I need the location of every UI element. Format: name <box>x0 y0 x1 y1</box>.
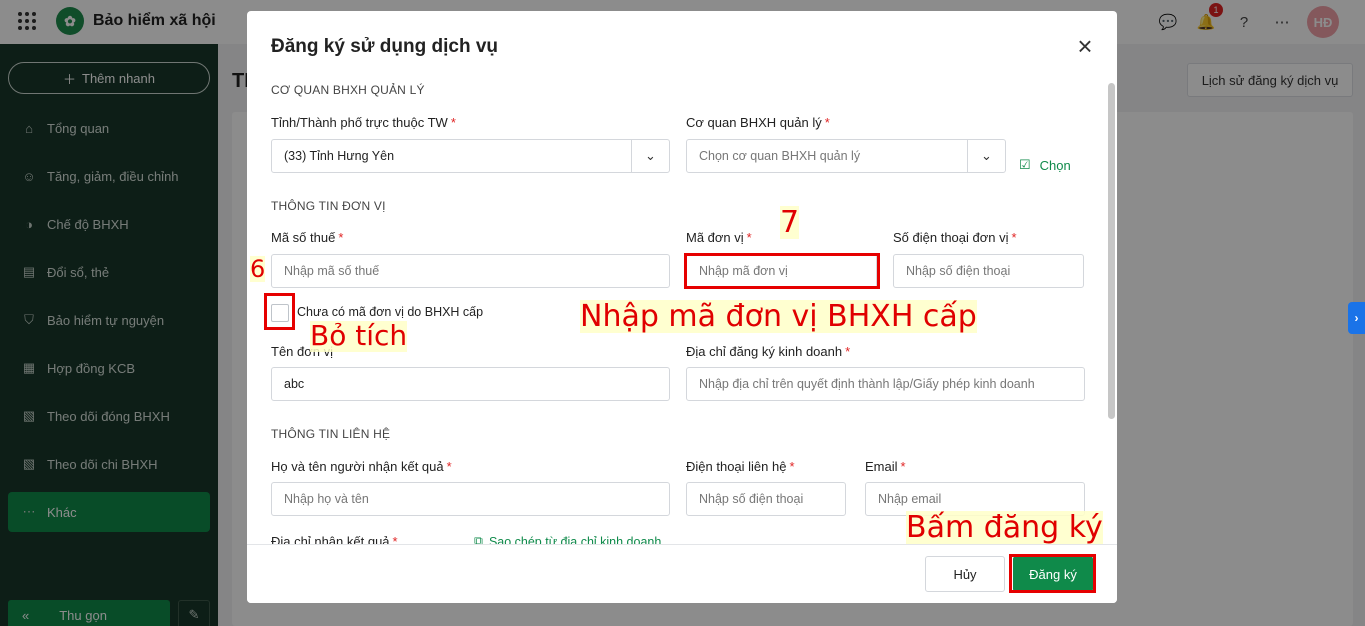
side-panel-toggle[interactable]: › <box>1348 302 1365 334</box>
modal-scrollbar[interactable] <box>1108 83 1115 419</box>
unit-phone-label: Số điện thoại đơn vị * <box>893 230 1017 245</box>
annotation-enter-code: Nhập mã đơn vị BHXH cấp <box>580 299 977 334</box>
modal-title: Đăng ký sử dụng dịch vụ <box>271 36 499 57</box>
chevron-down-icon: ⌄ <box>967 140 1005 172</box>
annotation-box-checkbox <box>264 293 295 330</box>
chevron-down-icon: ⌄ <box>631 140 669 172</box>
receiver-label: Họ và tên người nhận kết quả * <box>271 459 452 474</box>
annotation-box-unit-code <box>684 253 880 289</box>
unit-phone-input[interactable]: Nhập số điện thoại <box>893 254 1084 288</box>
business-address-input[interactable]: Nhập địa chỉ trên quyết định thành lập/G… <box>686 367 1085 401</box>
province-label: Tỉnh/Thành phố trực thuộc TW * <box>271 115 456 130</box>
section-unit: THÔNG TIN ĐƠN VỊ <box>271 199 386 213</box>
section-agency: CƠ QUAN BHXH QUẢN LÝ <box>271 83 425 97</box>
province-select[interactable]: (33) Tỉnh Hưng Yên ⌄ <box>271 139 670 173</box>
tax-input[interactable]: Nhập mã số thuế <box>271 254 670 288</box>
agency-label: Cơ quan BHXH quản lý * <box>686 115 830 130</box>
select-link-label: Chọn <box>1039 157 1071 173</box>
agency-placeholder: Chọn cơ quan BHXH quản lý <box>699 149 861 163</box>
agency-select[interactable]: Chọn cơ quan BHXH quản lý ⌄ <box>686 139 1006 173</box>
receiver-input[interactable]: Nhập họ và tên <box>271 482 670 516</box>
select-agency-link[interactable]: ☑ Chọn <box>1019 157 1071 173</box>
modal-footer: Hủy Đăng ký <box>247 544 1117 603</box>
unit-code-label: Mã đơn vị * <box>686 230 752 245</box>
annotation-box-register <box>1009 554 1096 593</box>
annotation-step-7: 7 <box>780 205 800 240</box>
cancel-button[interactable]: Hủy <box>925 556 1005 592</box>
province-value: (33) Tỉnh Hưng Yên <box>284 149 395 163</box>
close-icon[interactable]: × <box>1073 33 1097 59</box>
email-label: Email * <box>865 459 906 474</box>
annotation-press-register: Bấm đăng ký <box>906 510 1103 545</box>
tax-label: Mã số thuế * <box>271 230 344 245</box>
business-address-label: Địa chỉ đăng ký kinh doanh * <box>686 344 851 359</box>
no-code-checkbox-label[interactable]: Chưa có mã đơn vị do BHXH cấp <box>297 305 483 319</box>
annotation-uncheck: Bỏ tích <box>310 319 408 352</box>
annotation-step-6: 6 <box>250 255 266 283</box>
contact-phone-input[interactable]: Nhập số điện thoại <box>686 482 846 516</box>
unit-name-input[interactable]: abc <box>271 367 670 401</box>
contact-phone-label: Điện thoại liên hệ * <box>686 459 795 474</box>
checklist-icon: ☑ <box>1019 157 1031 172</box>
section-contact: THÔNG TIN LIÊN HỆ <box>271 427 391 441</box>
